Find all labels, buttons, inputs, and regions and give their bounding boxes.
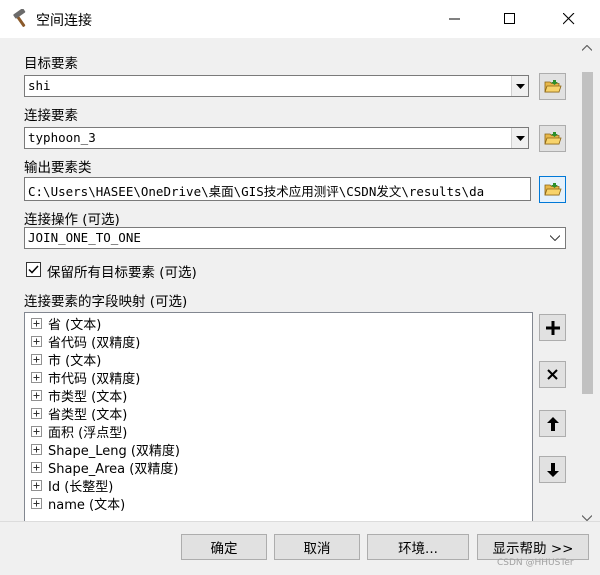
title-bar: 空间连接 xyxy=(0,0,600,38)
ok-button[interactable]: 确定 xyxy=(181,534,267,560)
close-button[interactable] xyxy=(546,0,592,38)
delete-icon xyxy=(547,369,558,380)
join-operation-select[interactable]: JOIN_ONE_TO_ONE xyxy=(24,227,566,249)
keep-all-label: 保留所有目标要素 (可选) xyxy=(47,265,197,281)
expand-icon xyxy=(31,425,42,437)
scroll-thumb[interactable] xyxy=(582,72,593,394)
chevron-down-icon xyxy=(549,235,560,241)
scroll-up-button[interactable] xyxy=(578,40,596,56)
tree-item-label: 省 (文本) xyxy=(48,317,102,333)
close-icon xyxy=(563,13,575,25)
target-features-value: shi xyxy=(28,78,51,93)
expand-icon xyxy=(31,443,42,455)
target-dropdown-button[interactable] xyxy=(511,76,528,96)
window-title: 空间连接 xyxy=(36,13,92,29)
tree-item[interactable]: Shape_Area (双精度) xyxy=(31,458,179,477)
expand-icon xyxy=(31,497,42,509)
maximize-button[interactable] xyxy=(487,0,533,38)
arrow-up-icon xyxy=(546,416,559,431)
tree-item-label: 省代码 (双精度) xyxy=(48,335,141,351)
tree-item-label: Shape_Leng (双精度) xyxy=(48,443,180,459)
plus-icon xyxy=(545,320,560,335)
join-dropdown-button[interactable] xyxy=(511,128,528,148)
join-features-label: 连接要素 xyxy=(24,108,78,124)
maximize-icon xyxy=(504,13,515,24)
tree-item-label: 市 (文本) xyxy=(48,353,102,369)
tree-item[interactable]: Id (长整型) xyxy=(31,476,114,495)
move-down-button[interactable] xyxy=(539,456,566,483)
add-field-button[interactable] xyxy=(539,314,566,341)
expand-icon xyxy=(31,317,42,329)
field-map-label: 连接要素的字段映射 (可选) xyxy=(24,294,188,310)
minimize-icon xyxy=(449,18,460,20)
tree-item[interactable]: Shape_Leng (双精度) xyxy=(31,440,180,459)
tree-item-label: name (文本) xyxy=(48,497,126,513)
tree-item[interactable]: 省代码 (双精度) xyxy=(31,332,141,351)
cancel-button[interactable]: 取消 xyxy=(274,534,360,560)
expand-icon xyxy=(31,479,42,491)
spatial-join-dialog: 空间连接 目标要素 shi 连接要素 typhoon_3 输出要素类 C:\Us… xyxy=(0,0,600,575)
tree-item[interactable]: 市类型 (文本) xyxy=(31,386,128,405)
environments-button[interactable]: 环境... xyxy=(367,534,469,560)
target-features-label: 目标要素 xyxy=(24,56,78,72)
target-features-combo[interactable]: shi xyxy=(24,75,529,97)
watermark: CSDN @HHUSTer xyxy=(497,558,574,568)
expand-icon xyxy=(31,353,42,365)
output-feature-class-value: C:\Users\HASEE\OneDrive\桌面\GIS技术应用测评\CSD… xyxy=(28,184,485,199)
output-browse-button[interactable] xyxy=(539,176,566,203)
field-map-tree[interactable]: 省 (文本) 省代码 (双精度) 市 (文本) 市代码 (双精度) 市类型 (文… xyxy=(24,312,533,522)
folder-open-icon xyxy=(543,80,562,93)
hammer-icon xyxy=(13,9,26,27)
chevron-down-icon xyxy=(515,83,525,89)
expand-icon xyxy=(31,461,42,473)
move-up-button[interactable] xyxy=(539,410,566,437)
keep-all-checkbox[interactable] xyxy=(26,262,41,277)
tree-item-label: Shape_Area (双精度) xyxy=(48,461,179,477)
tree-item[interactable]: 省类型 (文本) xyxy=(31,404,128,423)
expand-icon xyxy=(31,371,42,383)
join-operation-label: 连接操作 (可选) xyxy=(24,212,120,228)
target-browse-button[interactable] xyxy=(539,73,566,100)
expand-icon xyxy=(31,335,42,347)
join-features-value: typhoon_3 xyxy=(28,130,96,145)
expand-icon xyxy=(31,407,42,419)
tree-item[interactable]: name (文本) xyxy=(31,494,126,513)
join-operation-value: JOIN_ONE_TO_ONE xyxy=(28,230,141,245)
folder-open-icon xyxy=(543,132,562,145)
join-browse-button[interactable] xyxy=(539,125,566,152)
arrow-down-icon xyxy=(546,462,559,477)
show-help-button[interactable]: 显示帮助 >> xyxy=(477,534,589,560)
operation-dropdown-button[interactable] xyxy=(546,228,563,248)
tree-item[interactable]: 省 (文本) xyxy=(31,314,102,333)
tree-item[interactable]: 市代码 (双精度) xyxy=(31,368,141,387)
chevron-up-icon xyxy=(582,45,592,51)
output-feature-class-label: 输出要素类 xyxy=(24,160,92,176)
tree-item-label: Id (长整型) xyxy=(48,479,114,495)
output-feature-class-input[interactable]: C:\Users\HASEE\OneDrive\桌面\GIS技术应用测评\CSD… xyxy=(24,177,531,201)
minimize-button[interactable] xyxy=(432,0,478,38)
tree-item[interactable]: 面积 (浮点型) xyxy=(31,422,128,441)
chevron-down-icon xyxy=(515,135,525,141)
tree-item-label: 市代码 (双精度) xyxy=(48,371,141,387)
tree-item-label: 省类型 (文本) xyxy=(48,407,128,423)
tree-item-label: 面积 (浮点型) xyxy=(48,425,128,441)
join-features-combo[interactable]: typhoon_3 xyxy=(24,127,529,149)
tree-item[interactable]: 市 (文本) xyxy=(31,350,102,369)
tree-item-label: 市类型 (文本) xyxy=(48,389,128,405)
delete-field-button[interactable] xyxy=(539,361,566,388)
folder-open-icon xyxy=(543,183,562,196)
expand-icon xyxy=(31,389,42,401)
checkmark-icon xyxy=(28,265,39,274)
vertical-scrollbar[interactable] xyxy=(578,40,596,521)
